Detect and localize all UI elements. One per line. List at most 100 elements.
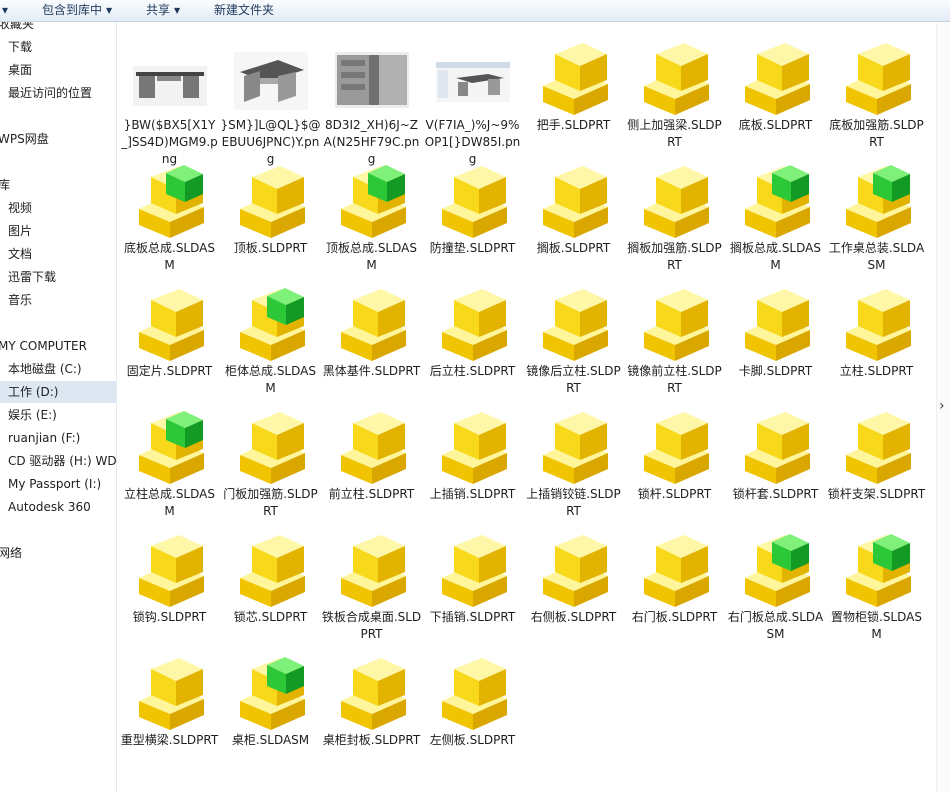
sidebar-item[interactable]: Autodesk 360 <box>0 496 116 518</box>
file-item[interactable]: 桌柜.SLDASM <box>220 657 321 773</box>
sidebar-item[interactable]: 最近访问的位置 <box>0 82 116 104</box>
sidebar-item[interactable]: 收藏夹 <box>0 22 116 35</box>
file-item[interactable]: 侧上加强梁.SLDPRT <box>624 42 725 158</box>
file-item[interactable]: 工作桌总装.SLDASM <box>826 165 927 281</box>
file-item[interactable]: 右侧板.SLDPRT <box>523 534 624 650</box>
sidebar-item[interactable]: 娱乐 (E:) <box>0 404 116 426</box>
sidebar-item-label: Autodesk 360 <box>8 500 91 514</box>
file-item[interactable]: 右门板总成.SLDASM <box>725 534 826 650</box>
file-item[interactable]: 锁芯.SLDPRT <box>220 534 321 650</box>
file-item[interactable]: 下插销.SLDPRT <box>422 534 523 650</box>
file-name: 卡脚.SLDPRT <box>738 364 813 378</box>
file-item[interactable]: 重型横梁.SLDPRT <box>119 657 220 773</box>
file-thumbnail <box>840 42 914 116</box>
sidebar-item[interactable]: WPS网盘 <box>0 128 116 150</box>
new-folder-button[interactable]: 新建文件夹 <box>214 2 274 18</box>
file-item[interactable]: 门板加强筋.SLDPRT <box>220 411 321 527</box>
file-thumbnail <box>133 534 207 608</box>
file-item[interactable]: 底板.SLDPRT <box>725 42 826 158</box>
file-name: 桌柜封板.SLDPRT <box>322 733 421 747</box>
file-item[interactable]: V(F7IA_)%J~9%OP1[}DW85I.png <box>422 42 523 166</box>
sldprt-file-icon <box>240 412 305 484</box>
file-thumbnail <box>638 534 712 608</box>
file-item[interactable]: 锁钩.SLDPRT <box>119 534 220 650</box>
file-item[interactable]: 立柱总成.SLDASM <box>119 411 220 527</box>
file-item[interactable]: 左侧板.SLDPRT <box>422 657 523 773</box>
file-name: 下插销.SLDPRT <box>429 610 516 624</box>
file-item[interactable]: 锁杆支架.SLDPRT <box>826 411 927 527</box>
back-dropdown-arrow-icon[interactable]: ▾ <box>2 2 8 18</box>
file-item[interactable]: }BW($BX5[X1Y_]SS4D)MGM9.png <box>119 42 220 166</box>
file-item[interactable]: 卡脚.SLDPRT <box>725 288 826 404</box>
file-name: 镜像后立柱.SLDPRT <box>526 364 621 395</box>
sidebar-item[interactable]: 文档 <box>0 243 116 265</box>
file-item[interactable]: 锁杆.SLDPRT <box>624 411 725 527</box>
sldasm-file-icon <box>745 534 810 607</box>
file-item[interactable]: 上插销铰链.SLDPRT <box>523 411 624 527</box>
navigation-pane: 收藏夹下载桌面最近访问的位置 WPS网盘库视频图片文档迅雷下载音乐 MY COMPU… <box>0 22 117 792</box>
file-item[interactable]: 顶板.SLDPRT <box>220 165 321 281</box>
file-item[interactable]: 顶板总成.SLDASM <box>321 165 422 281</box>
file-thumbnail <box>335 165 409 239</box>
file-item[interactable]: 固定片.SLDPRT <box>119 288 220 404</box>
file-item[interactable]: 把手.SLDPRT <box>523 42 624 158</box>
include-in-library-button[interactable]: 包含到库中 ▼ <box>42 2 112 18</box>
sidebar-item[interactable]: 迅雷下载 <box>0 266 116 288</box>
sidebar-item[interactable]: My Passport (I:) <box>0 473 116 495</box>
file-thumbnail <box>234 657 308 731</box>
file-item[interactable]: 前立柱.SLDPRT <box>321 411 422 527</box>
file-item[interactable]: 柜体总成.SLDASM <box>220 288 321 404</box>
file-thumbnail <box>133 288 207 362</box>
file-item[interactable]: 搁板.SLDPRT <box>523 165 624 281</box>
file-item[interactable]: 镜像后立柱.SLDPRT <box>523 288 624 404</box>
include-in-library-label: 包含到库中 <box>42 3 103 17</box>
sidebar-item[interactable]: 网络 <box>0 542 116 564</box>
sldprt-file-icon <box>644 43 709 115</box>
file-name: 锁杆支架.SLDPRT <box>827 487 926 501</box>
file-item[interactable]: 底板加强筋.SLDPRT <box>826 42 927 158</box>
file-item[interactable]: 镜像前立柱.SLDPRT <box>624 288 725 404</box>
chevron-right-icon[interactable]: › <box>939 398 945 414</box>
sidebar-item[interactable]: CD 驱动器 (H:) WD <box>0 450 116 472</box>
pane-splitter[interactable]: › <box>936 22 950 792</box>
file-view: }BW($BX5[X1Y_]SS4D)MGM9.png }SM}]L@QL}$@… <box>117 22 950 792</box>
file-item[interactable]: 锁杆套.SLDPRT <box>725 411 826 527</box>
file-item[interactable]: 立柱.SLDPRT <box>826 288 927 404</box>
file-item[interactable]: 8D3I2_XH)6J~ZA(N25HF79C.png <box>321 42 422 166</box>
sidebar-item[interactable]: 库 <box>0 174 116 196</box>
sidebar-item[interactable]: 本地磁盘 (C:) <box>0 358 116 380</box>
file-thumbnail <box>537 42 611 116</box>
file-item[interactable]: 上插销.SLDPRT <box>422 411 523 527</box>
file-item[interactable]: 后立柱.SLDPRT <box>422 288 523 404</box>
file-item[interactable]: }SM}]L@QL}$@EBUU6JPNC)Y.png <box>220 42 321 166</box>
sidebar-item[interactable]: ruanjian (F:) <box>0 427 116 449</box>
file-name: 固定片.SLDPRT <box>126 364 213 378</box>
sidebar-item[interactable]: 视频 <box>0 197 116 219</box>
sidebar-item[interactable]: 工作 (D:) <box>0 381 116 403</box>
sidebar-item[interactable]: 音乐 <box>0 289 116 311</box>
file-item[interactable]: 黑体基件.SLDPRT <box>321 288 422 404</box>
file-item[interactable]: 右门板.SLDPRT <box>624 534 725 650</box>
sidebar-item[interactable]: 桌面 <box>0 59 116 81</box>
sldprt-file-icon <box>644 535 709 607</box>
sidebar-item[interactable]: 图片 <box>0 220 116 242</box>
file-name: 底板总成.SLDASM <box>124 241 215 272</box>
share-button[interactable]: 共享 ▼ <box>146 2 180 18</box>
sldprt-file-icon <box>846 289 911 361</box>
file-item[interactable]: 桌柜封板.SLDPRT <box>321 657 422 773</box>
file-item[interactable]: 搁板加强筋.SLDPRT <box>624 165 725 281</box>
file-item[interactable]: 铁板合成桌面.SLDPRT <box>321 534 422 650</box>
file-item[interactable]: 置物柜锁.SLDASM <box>826 534 927 650</box>
file-name: 置物柜锁.SLDASM <box>831 610 922 641</box>
sidebar-item[interactable]: MY COMPUTER <box>0 335 116 357</box>
sldprt-file-icon <box>139 289 204 361</box>
sldprt-file-icon <box>240 535 305 607</box>
file-item[interactable]: 底板总成.SLDASM <box>119 165 220 281</box>
file-item[interactable]: 防撞垫.SLDPRT <box>422 165 523 281</box>
sidebar-item[interactable]: 下载 <box>0 36 116 58</box>
file-thumbnail <box>739 42 813 116</box>
file-name: }SM}]L@QL}$@EBUU6JPNC)Y.png <box>220 118 321 166</box>
file-item[interactable]: 搁板总成.SLDASM <box>725 165 826 281</box>
file-name: }BW($BX5[X1Y_]SS4D)MGM9.png <box>121 118 218 166</box>
sldprt-file-icon <box>644 166 709 238</box>
